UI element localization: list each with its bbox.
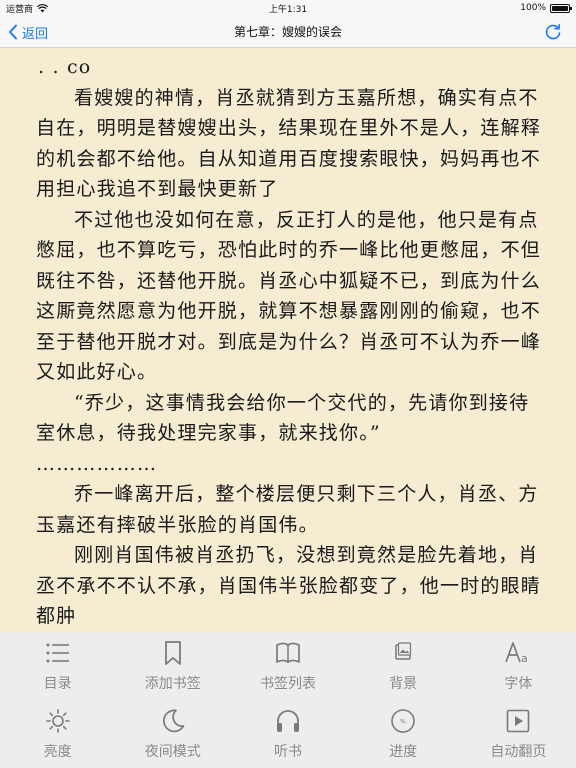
status-right: 100%: [520, 3, 572, 13]
paragraph-source-tag: . . co: [38, 56, 92, 78]
back-label: 返回: [22, 26, 49, 42]
font-label: 字体: [504, 676, 533, 692]
moon-icon: [162, 709, 185, 733]
refresh-icon[interactable]: [544, 23, 562, 41]
listen-button[interactable]: 听书: [230, 700, 345, 768]
auto-page-label: 自动翻页: [490, 744, 547, 760]
paragraph: 乔一峰离开后，整个楼层便只剩下三个人，肖丞、方玉嘉还有摔破半张脸的肖国伟。: [36, 483, 539, 536]
carrier-label: 运营商: [6, 4, 34, 15]
progress-label: 进度: [389, 744, 418, 760]
list-icon: [46, 643, 69, 663]
bookmark-list-label: 书签列表: [259, 676, 316, 692]
font-icon: a: [505, 642, 528, 665]
image-icon: [395, 642, 412, 660]
battery-icon: [550, 3, 572, 13]
nav-bar: 返回 第七章：嫂嫂的误会: [0, 16, 576, 48]
back-button[interactable]: 返回: [8, 16, 48, 48]
bookmark-icon: [164, 641, 181, 665]
svg-text:a: a: [521, 652, 528, 665]
progress-button[interactable]: % 进度: [346, 700, 461, 768]
book-icon: [276, 642, 300, 663]
background-button[interactable]: 背景: [346, 632, 461, 700]
wifi-icon: [37, 3, 49, 12]
svg-text:%: %: [400, 719, 406, 726]
brightness-label: 亮度: [43, 744, 72, 760]
listen-label: 听书: [273, 744, 302, 760]
add-bookmark-label: 添加书签: [144, 676, 201, 692]
chapter-content: . . co 看嫂嫂的神情，肖丞就猜到方玉嘉所想，确实有点不自在，明明是替嫂嫂出…: [36, 52, 546, 632]
brightness-button[interactable]: 亮度: [0, 700, 115, 768]
reader-toolbar: 目录 添加书签 书签列表 背景 a 字体 亮度 夜间模式 听书 % 进度 自动翻…: [0, 632, 576, 768]
progress-icon: %: [391, 709, 415, 733]
paragraph-separator: ………………: [36, 452, 158, 475]
toc-button[interactable]: 目录: [0, 632, 115, 700]
sun-icon: [45, 709, 70, 733]
bookmark-list-button[interactable]: 书签列表: [230, 632, 345, 700]
play-icon: [507, 709, 530, 733]
paragraph: 看嫂嫂的神情，肖丞就猜到方玉嘉所想，确实有点不自在，明明是替嫂嫂出头，结果现在里…: [36, 86, 542, 201]
toc-label: 目录: [43, 676, 72, 692]
battery-fill: [552, 5, 568, 11]
battery-percent: 100%: [520, 3, 546, 13]
status-time: 上午1:31: [268, 4, 308, 15]
headphones-icon: [276, 710, 299, 732]
night-mode-button[interactable]: 夜间模式: [115, 700, 230, 768]
paragraph: 不过他也没如何在意，反正打人的是他，他只是有点憋屈，也不算吃亏，恐怕此时的乔一峰…: [36, 208, 542, 384]
night-mode-label: 夜间模式: [144, 744, 201, 760]
font-button[interactable]: a 字体: [461, 632, 576, 700]
auto-page-button[interactable]: 自动翻页: [461, 700, 576, 768]
status-left: 运营商: [6, 2, 49, 15]
paragraph: 刚刚肖国伟被肖丞扔飞，没想到竟然是脸先着地，肖丞不承不不认不承，肖国伟半张脸都变…: [36, 544, 542, 627]
add-bookmark-button[interactable]: 添加书签: [115, 632, 230, 700]
chevron-left-icon: [9, 24, 17, 40]
paragraph-dialogue: “乔少，这事情我会给你一个交代的，先请你到接待室休息，待我处理完家事，就来找你。…: [36, 391, 530, 445]
status-bar: 运营商 上午1:31 100%: [0, 0, 576, 16]
background-label: 背景: [389, 676, 418, 692]
chapter-title: 第七章：嫂嫂的误会: [233, 25, 342, 39]
